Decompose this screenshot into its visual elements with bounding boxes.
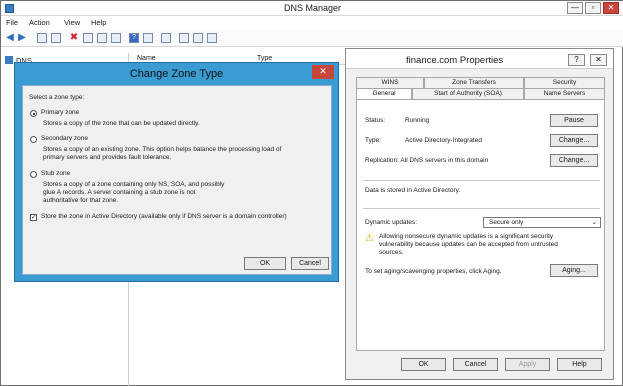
menu-view[interactable]: View — [64, 18, 80, 27]
maximize-button[interactable]: ▫ — [585, 2, 601, 14]
status-value: Running — [405, 117, 430, 124]
menu-file[interactable]: File — [6, 18, 18, 27]
dns-icon — [5, 56, 13, 64]
separator — [363, 208, 600, 209]
help-button[interactable]: Help — [557, 358, 602, 371]
zone-type-prompt: Select a zone type: — [29, 94, 85, 101]
tab-soa[interactable]: Start of Authority (SOA) — [412, 88, 524, 99]
dynamic-updates-select[interactable]: Secure only ⌄ — [483, 217, 601, 228]
toolbar: ◀ ▶ ✖ ? — [1, 29, 623, 47]
folder-up-icon[interactable] — [37, 33, 47, 43]
console-tree-icon[interactable] — [51, 33, 61, 43]
zone-properties-dialog: finance.com Properties ? ✕ WINS Zone Tra… — [345, 48, 614, 380]
warning-text-3: sources. — [379, 249, 404, 256]
refresh-icon[interactable] — [97, 33, 107, 43]
change-type-button[interactable]: Change... — [550, 134, 598, 147]
list-icon[interactable] — [179, 33, 189, 43]
forward-icon[interactable]: ▶ — [17, 33, 27, 43]
chevron-down-icon: ⌄ — [591, 219, 597, 226]
cancel-button[interactable]: Cancel — [453, 358, 498, 371]
type-value: Active Directory-Integrated — [405, 137, 482, 144]
details-icon[interactable] — [193, 33, 203, 43]
server-icon[interactable] — [161, 33, 171, 43]
stub-zone-desc-2: glue A records. A server containing a st… — [43, 189, 196, 196]
primary-zone-desc: Stores a copy of the zone that can be up… — [43, 120, 200, 127]
stub-zone-radio[interactable] — [30, 171, 37, 178]
primary-zone-radio[interactable] — [30, 110, 37, 117]
aging-button[interactable]: Aging... — [550, 264, 598, 277]
secondary-zone-label[interactable]: Secondary zone — [41, 135, 88, 143]
ok-button[interactable]: OK — [401, 358, 446, 371]
menu-help[interactable]: Help — [91, 18, 106, 27]
warning-text-1: Allowing nonsecure dynamic updates is a … — [379, 233, 554, 240]
view-icon[interactable] — [143, 33, 153, 43]
dialog-title: Change Zone Type — [129, 68, 224, 80]
stub-zone-desc-3: authoritative for that zone. — [43, 197, 119, 204]
properties-icon[interactable] — [83, 33, 93, 43]
column-name[interactable]: Name — [137, 55, 156, 62]
dynamic-updates-value: Secure only — [489, 219, 524, 226]
dialog-close-button[interactable]: ✕ — [312, 65, 334, 79]
minimize-button[interactable]: — — [567, 2, 583, 14]
tab-security[interactable]: Security — [524, 77, 605, 88]
stub-zone-desc-1: Stores a copy of a zone containing only … — [43, 181, 225, 188]
general-tab-panel: Status: Running Pause Type: Active Direc… — [356, 99, 605, 351]
change-zone-type-dialog: Change Zone Type ✕ Select a zone type: P… — [14, 62, 339, 282]
delete-icon[interactable]: ✖ — [69, 33, 79, 43]
storage-text: Data is stored in Active Directory. — [365, 187, 461, 194]
pause-button[interactable]: Pause — [550, 114, 598, 127]
tab-wins[interactable]: WINS — [356, 77, 424, 88]
ok-button[interactable]: OK — [244, 257, 286, 270]
properties-close-button[interactable]: ✕ — [590, 54, 607, 66]
warning-icon: ⚠ — [365, 233, 374, 244]
type-label: Type: — [365, 137, 381, 144]
warning-text-2: vulnerability because updates can be acc… — [379, 241, 558, 248]
menu-action[interactable]: Action — [29, 18, 50, 27]
close-button[interactable]: ✕ — [603, 2, 619, 14]
dynamic-updates-label: Dynamic updates: — [365, 219, 418, 226]
properties-title-bar: finance.com Properties ? ✕ — [346, 49, 613, 69]
back-icon[interactable]: ◀ — [5, 33, 15, 43]
separator — [363, 180, 600, 181]
secondary-zone-desc-1: Stores a copy of an existing zone. This … — [43, 146, 282, 153]
cancel-button[interactable]: Cancel — [291, 257, 329, 270]
secondary-zone-radio[interactable] — [30, 136, 37, 143]
window-title: DNS Manager — [283, 3, 342, 13]
replication-text: Replication: All DNS servers in this dom… — [365, 157, 489, 164]
filter-icon[interactable] — [207, 33, 217, 43]
store-ad-label[interactable]: Store the zone in Active Directory (avai… — [41, 213, 287, 221]
export-icon[interactable] — [111, 33, 121, 43]
menu-bar: File Action View Help — [1, 16, 623, 29]
dialog-body: Select a zone type: Primary zone Stores … — [22, 85, 332, 275]
properties-title: finance.com Properties — [406, 55, 504, 66]
apply-button[interactable]: Apply — [505, 358, 550, 371]
store-ad-checkbox[interactable]: ✓ — [30, 214, 37, 221]
title-bar: DNS Manager — ▫ ✕ — [1, 1, 623, 16]
help-question-button[interactable]: ? — [568, 54, 585, 66]
tab-name-servers[interactable]: Name Servers — [524, 88, 605, 99]
stub-zone-label[interactable]: Stub zone — [41, 170, 70, 178]
primary-zone-label[interactable]: Primary zone — [41, 109, 79, 117]
column-type[interactable]: Type — [257, 55, 272, 62]
dialog-title-bar: Change Zone Type ✕ — [15, 63, 338, 85]
help-icon[interactable]: ? — [129, 33, 139, 43]
secondary-zone-desc-2: primary servers and provides fault toler… — [43, 154, 172, 161]
status-label: Status: — [365, 117, 386, 124]
tab-zone-transfers[interactable]: Zone Transfers — [424, 77, 524, 88]
change-replication-button[interactable]: Change... — [550, 154, 598, 167]
aging-text: To set aging/scavenging properties, clic… — [365, 268, 502, 275]
